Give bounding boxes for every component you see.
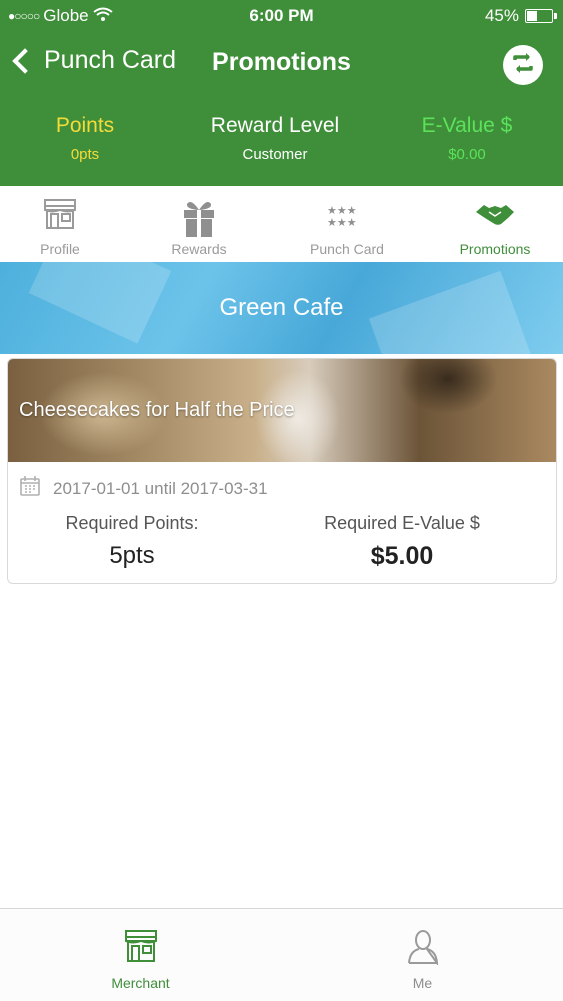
banner-decoration xyxy=(28,262,172,344)
promotion-card[interactable]: Cheesecakes for Half the Price 2017-01-0… xyxy=(7,358,557,584)
tab-punch-card[interactable]: ★★★ ★★★ Punch Card xyxy=(277,186,417,262)
promotion-dates: 2017-01-01 until 2017-03-31 xyxy=(19,475,268,502)
required-points: Required Points: 5pts xyxy=(8,513,257,570)
refresh-button[interactable] xyxy=(503,45,543,85)
tab-rewards[interactable]: Rewards xyxy=(129,186,269,262)
battery-icon xyxy=(525,9,557,23)
tab-label: Promotions xyxy=(459,241,531,257)
store-icon xyxy=(43,198,77,235)
banner-decoration xyxy=(368,270,532,354)
tab-promotions[interactable]: Promotions xyxy=(425,186,563,262)
bottom-tab-label: Merchant xyxy=(111,975,170,991)
tab-profile[interactable]: Profile xyxy=(0,186,130,262)
refresh-icon xyxy=(509,49,537,82)
reward-level-stat: Reward Level Customer xyxy=(185,114,365,163)
required-evalue-value: $5.00 xyxy=(370,542,434,570)
account-stats: Points 0pts Reward Level Customer E-Valu… xyxy=(0,96,563,186)
svg-text:★★★: ★★★ xyxy=(327,216,357,228)
required-points-label: Required Points: xyxy=(65,513,199,533)
points-label: Points xyxy=(55,114,115,137)
tab-label: Rewards xyxy=(171,241,227,257)
tab-label: Punch Card xyxy=(310,241,384,257)
bottom-tab-label: Me xyxy=(412,975,433,991)
reward-level-label: Reward Level xyxy=(210,114,340,137)
points-value: 0pts xyxy=(70,146,100,163)
handshake-icon xyxy=(475,204,515,231)
evalue-value: $0.00 xyxy=(448,146,486,163)
bottom-tab-merchant[interactable]: Merchant xyxy=(0,909,281,1001)
clock: 6:00 PM xyxy=(249,6,314,25)
calendar-icon xyxy=(19,475,41,502)
status-bar: ●○○○○ Globe 6:00 PM 45% xyxy=(0,0,563,32)
merchant-name: Green Cafe xyxy=(219,294,344,321)
tab-label: Profile xyxy=(40,241,80,257)
stars-icon: ★★★ ★★★ xyxy=(327,204,367,233)
back-button-label: Punch Card xyxy=(44,46,177,74)
gift-icon xyxy=(181,198,217,243)
battery-percent: 45% xyxy=(484,6,519,25)
bottom-tab-bar: Merchant Me xyxy=(0,908,563,1001)
merchant-tabs: Profile Rewards ★★★ ★★★ Punch Card Promo… xyxy=(0,186,563,262)
merchant-banner: Green Cafe xyxy=(0,262,563,354)
chevron-left-icon xyxy=(12,47,38,74)
battery-fill xyxy=(527,11,537,21)
navigation-bar: Punch Card Promotions xyxy=(0,32,563,97)
promotion-date-range: 2017-01-01 until 2017-03-31 xyxy=(53,478,268,498)
required-points-value: 5pts xyxy=(109,542,155,569)
reward-level-value: Customer xyxy=(242,146,308,163)
person-icon xyxy=(407,929,439,970)
battery-group: 45% xyxy=(484,6,557,26)
required-evalue: Required E-Value $ $5.00 xyxy=(277,513,527,571)
required-evalue-label: Required E-Value $ xyxy=(324,513,480,533)
store-icon xyxy=(124,929,158,968)
promotion-title: Cheesecakes for Half the Price xyxy=(19,399,295,421)
evalue-label: E-Value $ xyxy=(421,114,513,137)
points-stat: Points 0pts xyxy=(0,114,175,163)
back-button[interactable]: Punch Card xyxy=(10,46,176,75)
bottom-tab-me[interactable]: Me xyxy=(282,909,563,1001)
evalue-stat: E-Value $ $0.00 xyxy=(377,114,557,163)
